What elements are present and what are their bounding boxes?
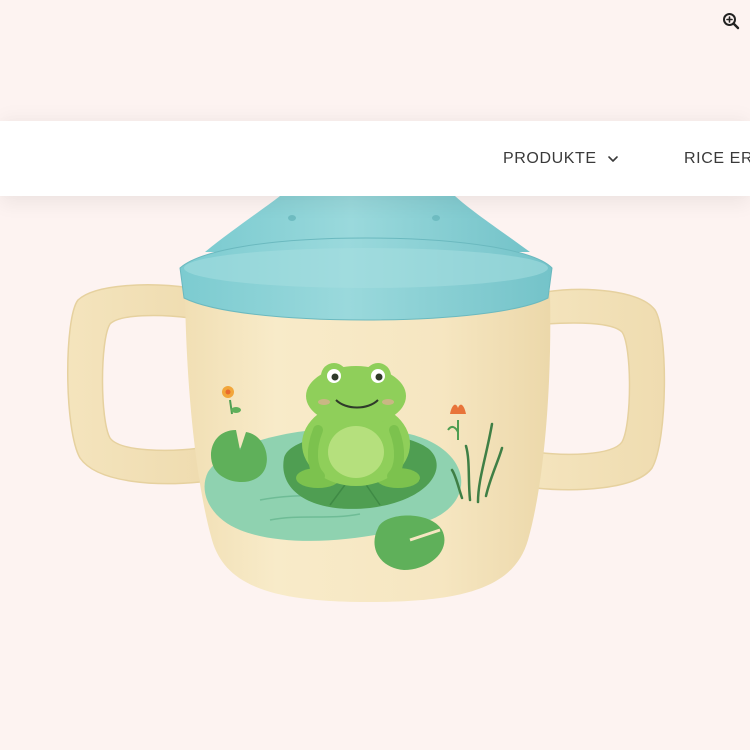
zoom-in-icon [723, 13, 740, 30]
product-page: PRODUKTE RICE ERL [0, 0, 750, 750]
nav-item-produkte[interactable]: PRODUKTE [503, 121, 619, 196]
right-handle [534, 288, 666, 491]
nav-item-label: RICE ERL [684, 149, 750, 167]
product-image [67, 196, 666, 602]
nav-item-label: PRODUKTE [503, 149, 597, 167]
nav-item-rice[interactable]: RICE ERL [684, 121, 750, 196]
chevron-down-icon [607, 155, 619, 163]
main-navigation: PRODUKTE RICE ERL [0, 121, 750, 196]
left-handle [67, 284, 201, 485]
zoom-button[interactable] [720, 10, 742, 32]
